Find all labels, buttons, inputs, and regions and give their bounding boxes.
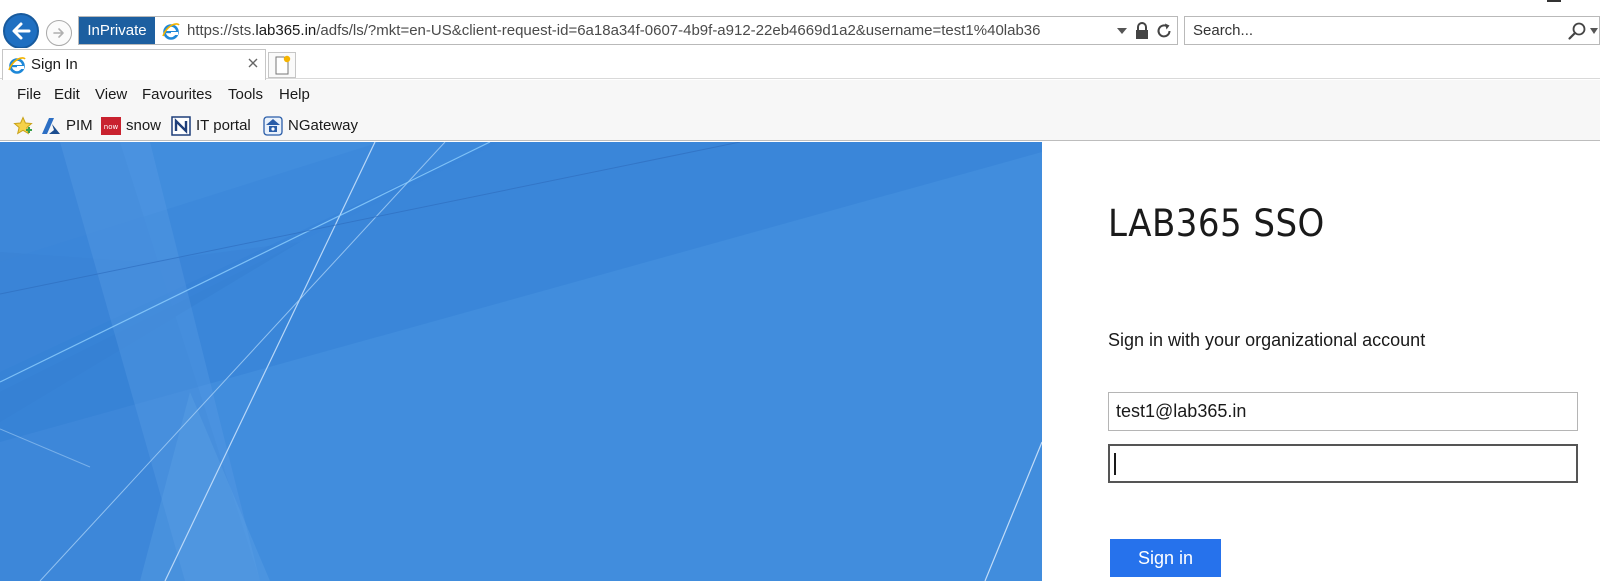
username-field[interactable] <box>1108 392 1578 431</box>
menu-tools[interactable]: Tools <box>228 80 263 110</box>
ie-icon <box>8 57 26 74</box>
favourite-label: NGateway <box>288 117 359 134</box>
page-content: LAB365 SSO Sign in with your organizatio… <box>0 142 1600 581</box>
address-dropdown-icon[interactable] <box>1116 26 1128 36</box>
menu-bar: File Edit View Favourites Tools Help <box>0 80 1600 110</box>
favourite-pim[interactable]: PIM <box>41 110 93 141</box>
sign-in-panel: LAB365 SSO Sign in with your organizatio… <box>1042 142 1600 581</box>
illustration-panel <box>0 142 1042 581</box>
minimize-icon[interactable] <box>1547 0 1561 2</box>
favourite-ngateway[interactable]: NGateway <box>263 110 358 141</box>
password-field[interactable] <box>1108 444 1578 483</box>
menu-favourites[interactable]: Favourites <box>142 80 212 110</box>
lock-icon[interactable] <box>1134 22 1150 40</box>
gateway-icon <box>263 115 283 136</box>
page-title: LAB365 SSO <box>1108 202 1325 245</box>
address-bar[interactable]: InPrivate https://sts.lab365.in/adfs/ls/… <box>78 16 1178 45</box>
add-to-favourites-button[interactable] <box>13 110 38 141</box>
favourites-bar: PIM now snow IT portal NGateway <box>0 110 1600 141</box>
text-cursor <box>1114 453 1116 475</box>
menu-view[interactable]: View <box>95 80 127 110</box>
search-box[interactable] <box>1184 16 1600 45</box>
forward-button[interactable] <box>46 20 72 46</box>
tab-strip: Sign In <box>0 48 1600 80</box>
favourite-label: snow <box>126 117 162 134</box>
sign-in-instruction: Sign in with your organizational account <box>1108 330 1426 350</box>
favourite-snow[interactable]: now snow <box>101 110 161 141</box>
tab-title: Sign In <box>31 56 78 73</box>
url-text[interactable]: https://sts.lab365.in/adfs/ls/?mkt=en-US… <box>187 17 1111 44</box>
address-toolbar: InPrivate https://sts.lab365.in/adfs/ls/… <box>0 0 1600 49</box>
refresh-icon[interactable] <box>1155 22 1173 40</box>
favourites-star-icon <box>13 115 33 135</box>
portal-icon <box>171 115 191 136</box>
inprivate-badge: InPrivate <box>79 17 155 44</box>
url-scheme: https://sts. <box>187 22 256 39</box>
menu-file[interactable]: File <box>17 80 41 110</box>
svg-text:now: now <box>104 123 119 131</box>
new-tab-icon <box>275 55 291 75</box>
back-arrow-icon <box>12 22 31 40</box>
search-icon[interactable] <box>1567 21 1587 41</box>
menu-edit[interactable]: Edit <box>54 80 80 110</box>
forward-arrow-icon <box>53 28 64 38</box>
ie-icon <box>162 23 180 40</box>
search-input[interactable] <box>1193 17 1533 44</box>
sign-in-button[interactable]: Sign in <box>1110 539 1221 577</box>
favourite-label: IT portal <box>196 117 251 134</box>
url-host: lab365.in <box>255 22 317 39</box>
url-path: /adfs/ls/?mkt=en-US&client-request-id=6a… <box>316 22 1041 39</box>
now-icon: now <box>101 116 121 135</box>
favourite-it-portal[interactable]: IT portal <box>171 110 251 141</box>
azure-icon <box>42 117 60 134</box>
background-illustration <box>0 142 1042 581</box>
back-button[interactable] <box>3 13 39 49</box>
close-icon[interactable] <box>246 56 260 70</box>
search-dropdown-icon[interactable] <box>1589 27 1599 35</box>
new-tab-button[interactable] <box>268 52 296 78</box>
favourite-label: PIM <box>66 117 93 134</box>
tab-sign-in[interactable]: Sign In <box>2 49 266 80</box>
menu-help[interactable]: Help <box>279 80 310 110</box>
